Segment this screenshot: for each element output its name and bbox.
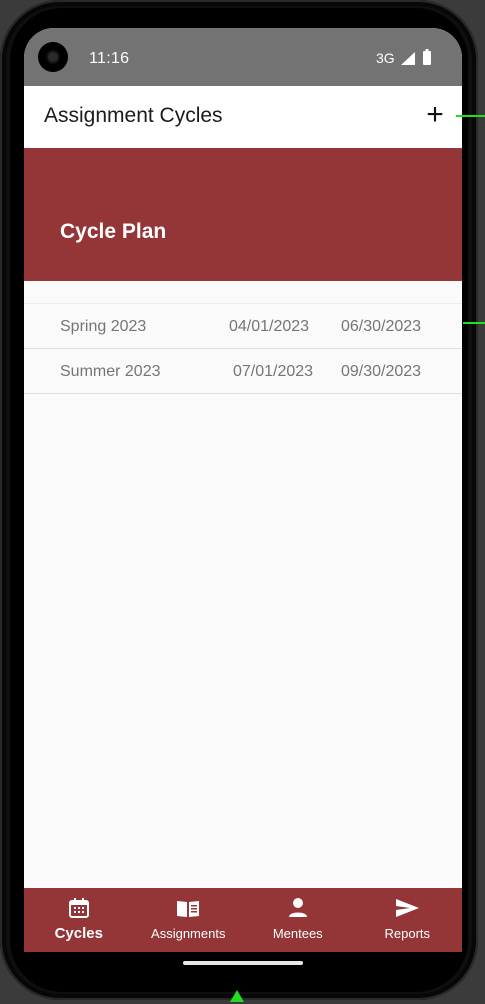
calendar-icon [68,898,89,918]
nav-item-cycles[interactable]: Cycles [24,888,134,952]
camera-cutout [38,42,68,72]
book-icon [177,901,200,917]
app-bar: Assignment Cycles + [24,86,462,148]
cycle-start-date: 04/01/2023 [229,318,310,335]
signal-icon [401,52,415,65]
nav-label: Mentees [272,926,323,941]
cycle-end-date: 09/30/2023 [341,363,422,380]
plus-icon: + [426,98,444,131]
cycle-start-date: 07/01/2023 [233,363,314,380]
app-screen: 11:16 3G Assignment Cycles + Cycle Plan … [24,28,462,952]
nav-label: Cycles [54,925,103,942]
battery-icon [423,49,431,65]
status-time: 11:16 [89,50,130,67]
person-icon [288,898,307,917]
cycle-list: Spring 2023 04/01/2023 06/30/2023 Summer… [24,303,462,394]
hero-banner: Cycle Plan [24,148,462,281]
bottom-navigation: Cycles Assignments Mentees Reports [24,888,462,952]
network-type: 3G [376,50,395,66]
list-item[interactable]: Summer 2023 07/01/2023 09/30/2023 [24,349,462,394]
hero-title: Cycle Plan [60,220,167,243]
callout-marker [463,322,485,324]
send-icon [396,899,420,917]
gesture-handle[interactable] [183,961,303,965]
page-title: Assignment Cycles [44,104,223,127]
nav-item-reports[interactable]: Reports [353,888,463,952]
nav-label: Assignments [151,926,226,941]
nav-label: Reports [384,926,431,941]
nav-item-assignments[interactable]: Assignments [134,888,244,952]
cycle-name: Summer 2023 [60,363,161,380]
cycle-name: Spring 2023 [60,318,147,335]
nav-item-mentees[interactable]: Mentees [243,888,353,952]
arrow-up-icon [230,990,244,1002]
status-bar: 11:16 3G [24,28,462,86]
cycle-end-date: 06/30/2023 [341,318,422,335]
callout-marker [456,115,485,117]
list-item[interactable]: Spring 2023 04/01/2023 06/30/2023 [24,303,462,349]
add-cycle-button[interactable]: + [420,100,450,130]
